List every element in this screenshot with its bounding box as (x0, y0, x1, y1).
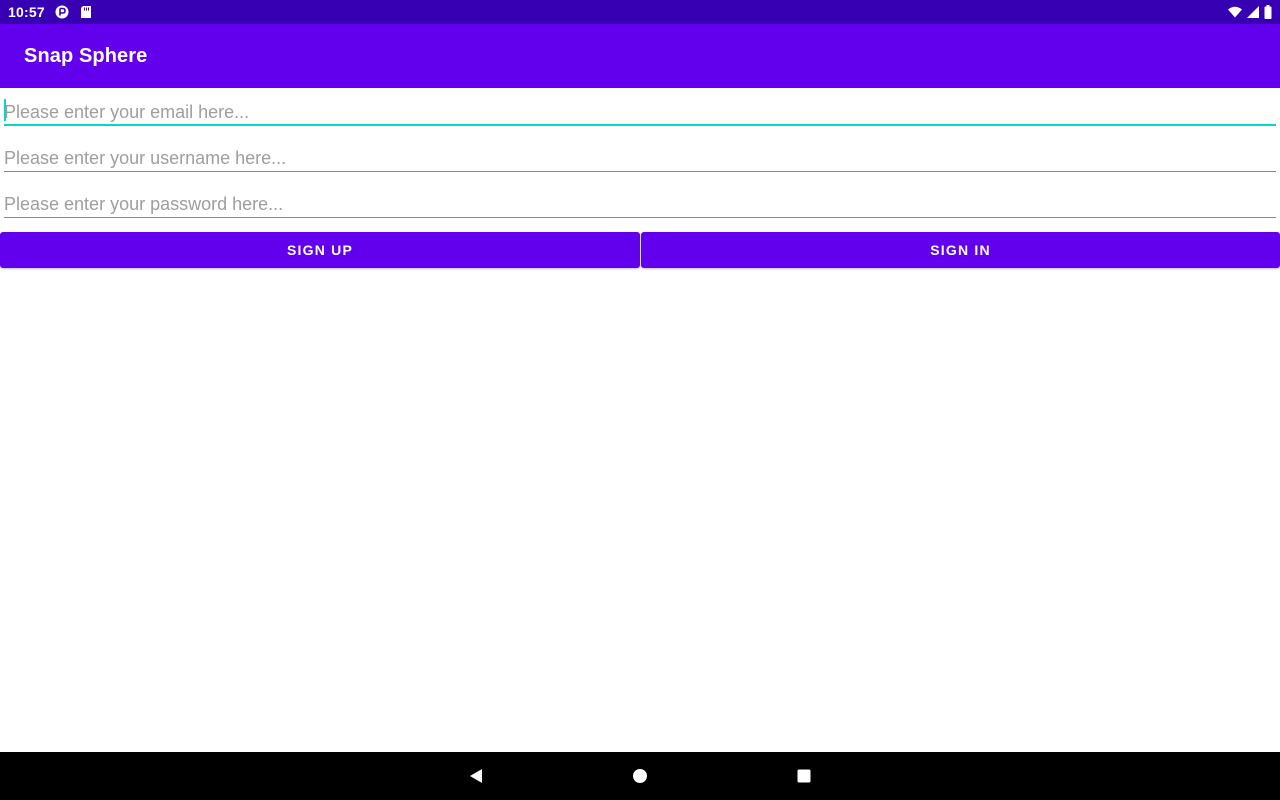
sign-up-button[interactable]: SIGN UP (0, 232, 640, 268)
status-time: 10:57 (8, 4, 45, 20)
sd-card-icon (79, 5, 93, 19)
app-title: Snap Sphere (24, 44, 148, 67)
home-icon[interactable] (628, 764, 652, 788)
email-field-wrapper (0, 88, 1280, 128)
app-bar: Snap Sphere (0, 24, 1280, 88)
email-input[interactable] (4, 88, 1276, 126)
password-input[interactable] (4, 180, 1276, 218)
wifi-icon (1228, 5, 1242, 19)
text-cursor (4, 99, 6, 121)
status-right (1228, 5, 1272, 19)
back-icon[interactable] (464, 764, 488, 788)
recents-icon[interactable] (792, 764, 816, 788)
navigation-bar (0, 752, 1280, 800)
status-bar: 10:57 (0, 0, 1280, 24)
sign-in-button[interactable]: SIGN IN (641, 232, 1280, 268)
app-notification-icon (55, 5, 69, 19)
signal-icon (1246, 5, 1260, 19)
battery-icon (1264, 5, 1272, 19)
username-input[interactable] (4, 134, 1276, 172)
status-left: 10:57 (8, 4, 93, 20)
